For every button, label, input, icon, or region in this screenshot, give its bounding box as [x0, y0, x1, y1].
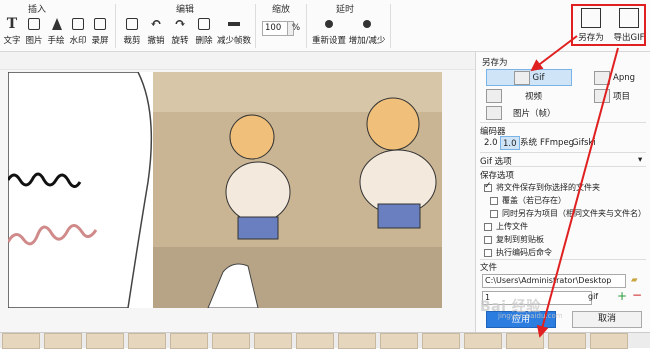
trash-icon — [196, 16, 212, 32]
frame-thumbnail[interactable] — [170, 333, 208, 349]
save-as-button[interactable]: 另存为 — [576, 8, 606, 43]
image-button[interactable]: 图片 — [22, 16, 46, 46]
export-gif-button[interactable]: 导出GIF — [612, 8, 646, 43]
video-icon — [486, 89, 502, 103]
reduce-frames-icon — [226, 16, 242, 32]
save-as-icon — [581, 8, 601, 28]
screen-record-icon — [92, 16, 108, 32]
screen-record-button[interactable]: 录屏 — [88, 16, 112, 46]
reset-icon — [321, 16, 337, 32]
toolbar-ribbon: 插入 T 文字 图片 手绘 水印 录屏 编辑 裁剪 ↶ 撤销 ↷ 旋转 删除 减少帧数… — [0, 0, 650, 52]
watermark-icon — [70, 16, 86, 32]
encoder-gifski[interactable]: Gifski — [570, 136, 598, 150]
group-separator — [306, 4, 307, 48]
frame-thumbnail[interactable] — [86, 333, 124, 349]
frame-image — [8, 72, 442, 308]
freehand-button[interactable]: 手绘 — [44, 16, 68, 46]
format-video[interactable]: 视频 — [486, 89, 542, 103]
folder-path-input[interactable]: C:\Users\Administrator\Desktop — [482, 274, 626, 288]
zoom-input[interactable]: 100 — [262, 21, 288, 36]
frame-thumbnail[interactable] — [338, 333, 376, 349]
folder-browse-icon[interactable]: ▰ — [631, 275, 638, 285]
watermark-url: jingyan.baidu.com — [498, 312, 563, 320]
divider — [480, 166, 646, 167]
group-zoom-title: 缩放 — [271, 5, 290, 15]
frame-thumbnail[interactable] — [254, 333, 292, 349]
clock-icon — [359, 16, 375, 32]
cancel-button[interactable]: 取消 — [572, 311, 642, 328]
frame-thumbnail[interactable] — [548, 333, 586, 349]
frame-thumbnail[interactable] — [380, 333, 418, 349]
format-project[interactable]: 项目 — [594, 89, 630, 103]
file-section-title: 文件 — [480, 263, 498, 273]
save-panel: 另存为 Gif Apng 视频 项目 图片（帧） 编码器 2.0 1.0 系统 … — [475, 52, 650, 332]
save-options-header: 保存选项 — [480, 171, 515, 181]
delete-button[interactable]: 删除 — [192, 16, 216, 46]
encoder-1-0[interactable]: 1.0 — [500, 136, 520, 150]
group-separator — [115, 4, 116, 48]
frame-canvas[interactable] — [0, 52, 475, 332]
checkbox-save-to-folder[interactable]: 将文件保存到你选择的文件夹 — [484, 181, 600, 193]
undo-button[interactable]: ↶ 撤销 — [144, 16, 168, 46]
rotate-button[interactable]: ↷ 旋转 — [168, 16, 192, 46]
apng-icon — [594, 71, 610, 85]
encoder-2-0[interactable]: 2.0 — [482, 136, 500, 150]
checkbox-upload[interactable]: 上传文件 — [484, 221, 528, 232]
zoom-unit: % — [292, 23, 301, 33]
encoder-system[interactable]: 系统 — [518, 136, 539, 150]
frame-thumbnail[interactable] — [464, 333, 502, 349]
rotate-icon: ↷ — [174, 16, 186, 32]
image-frames-icon — [486, 106, 502, 120]
divider — [480, 152, 646, 153]
image-icon — [26, 16, 42, 32]
extension-select[interactable]: gif — [588, 292, 598, 301]
checkbox-save-project[interactable]: 同时另存为项目（相同文件夹与文件名） — [490, 208, 646, 219]
divider — [480, 122, 646, 123]
format-image-frames[interactable]: 图片（帧） — [486, 106, 556, 120]
group-separator — [390, 4, 391, 48]
undo-icon: ↶ — [150, 16, 162, 32]
add-icon[interactable]: + — [617, 289, 627, 303]
pen-icon — [48, 16, 64, 32]
frame-thumbnail[interactable] — [44, 333, 82, 349]
text-button[interactable]: T 文字 — [0, 16, 24, 46]
frame-thumbnail[interactable] — [2, 333, 40, 349]
frame-thumbnail[interactable] — [590, 333, 628, 349]
format-gif[interactable]: Gif — [486, 69, 572, 86]
canvas-ruler — [0, 52, 475, 70]
format-apng[interactable]: Apng — [594, 71, 635, 85]
reduce-frames-button[interactable]: 减少帧数 — [216, 16, 252, 46]
crop-icon — [124, 16, 140, 32]
frame-thumbnail[interactable] — [296, 333, 334, 349]
save-as-section-title: 另存为 — [482, 58, 508, 68]
checkbox-run-command[interactable]: 执行编码后命令 — [484, 247, 552, 258]
project-icon — [594, 89, 610, 103]
export-icon — [619, 8, 639, 28]
checkbox-overwrite[interactable]: 覆盖（若已存在） — [490, 195, 566, 206]
frame-thumbnail[interactable] — [212, 333, 250, 349]
remove-icon[interactable]: − — [632, 288, 642, 302]
crop-button[interactable]: 裁剪 — [120, 16, 144, 46]
group-insert-title: 插入 — [27, 5, 46, 15]
text-icon: T — [6, 16, 18, 32]
watermark-button[interactable]: 水印 — [66, 16, 90, 46]
group-edit-title: 编辑 — [175, 5, 194, 15]
checkbox-copy-clipboard[interactable]: 复制到剪贴板 — [484, 234, 544, 245]
adjust-delay-button[interactable]: 增加/减少 — [348, 16, 386, 46]
frame-thumbnail[interactable] — [128, 333, 166, 349]
divider — [480, 259, 646, 260]
frame-thumbnail[interactable] — [422, 333, 460, 349]
group-delay-title: 延时 — [335, 5, 354, 15]
frame-thumbnail[interactable] — [506, 333, 544, 349]
reset-delay-button[interactable]: 重新设置 — [312, 16, 346, 46]
gif-icon — [513, 70, 530, 85]
group-separator — [255, 4, 256, 48]
gif-options-expand-icon[interactable]: ▾ — [638, 155, 642, 165]
frame-timeline[interactable] — [0, 332, 650, 349]
